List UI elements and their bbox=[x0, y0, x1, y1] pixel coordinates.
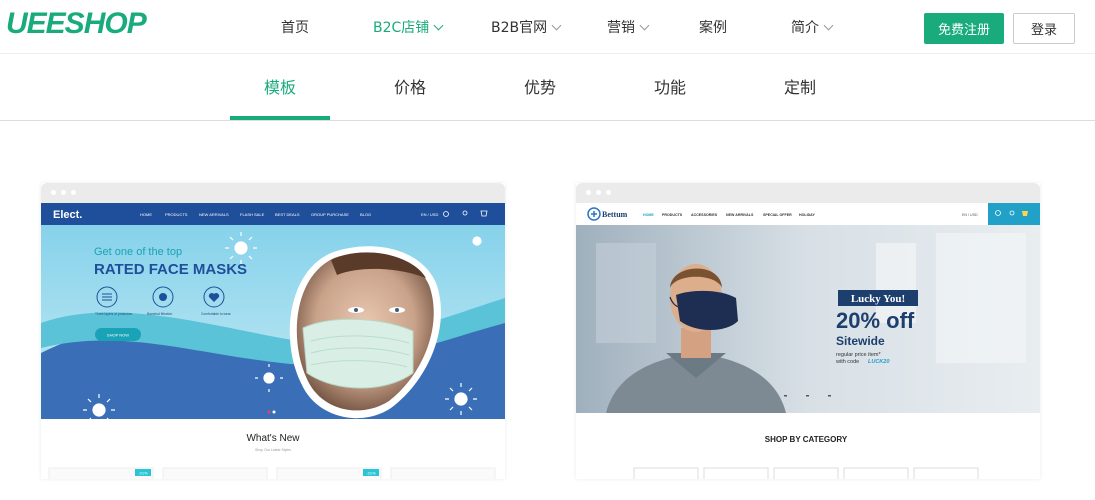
elect-preview-svg: Elect. HOME PRODUCTS NEW ARRIVALS FLASH … bbox=[41, 203, 505, 479]
window-dot bbox=[51, 190, 56, 195]
nav-label: 简介 bbox=[791, 20, 819, 36]
elect-nav-item: BLOG bbox=[360, 212, 371, 217]
elect-section-title: What's New bbox=[246, 433, 300, 444]
elect-lang: EN / USD bbox=[421, 212, 438, 217]
window-dot bbox=[71, 190, 76, 195]
svg-text:-21%: -21% bbox=[138, 471, 148, 476]
svg-text:-21%: -21% bbox=[366, 471, 376, 476]
elect-section-sub: Shop Our Latest Styles bbox=[255, 448, 291, 452]
ueeshop-logo[interactable]: UEESHOP bbox=[6, 7, 147, 41]
tab-templates[interactable]: 模板 bbox=[230, 74, 330, 98]
nav-label: B2C店铺 bbox=[373, 20, 430, 36]
bettum-promo-5: with code bbox=[835, 359, 859, 365]
window-dot bbox=[61, 190, 66, 195]
bettum-promo-3: Sitewide bbox=[836, 334, 885, 348]
bettum-nav-item: HOME bbox=[643, 213, 654, 217]
tab-pricing[interactable]: 价格 bbox=[360, 74, 460, 98]
chevron-down-icon bbox=[639, 20, 650, 31]
bettum-logo: Bettum bbox=[602, 210, 628, 219]
svg-text:SHOP NOW: SHOP NOW bbox=[107, 333, 129, 338]
elect-nav-item: GROUP PURCHASE bbox=[311, 212, 349, 217]
elect-nav-item: HOME bbox=[140, 212, 152, 217]
register-button[interactable]: 免费注册 bbox=[924, 13, 1004, 44]
elect-feature: Three layers of protection bbox=[95, 312, 133, 316]
elect-headline-2: RATED FACE MASKS bbox=[94, 261, 247, 278]
template-card-bettum[interactable]: Bettum HOME PRODUCTS ACCESSORIES NEW ARR… bbox=[576, 183, 1040, 479]
browser-bar bbox=[576, 183, 1040, 203]
tab-custom[interactable]: 定制 bbox=[750, 74, 850, 98]
bettum-nav-item: NEW ARRIVALS bbox=[726, 213, 754, 217]
template-card-elect[interactable]: Elect. HOME PRODUCTS NEW ARRIVALS FLASH … bbox=[41, 183, 505, 479]
tab-features[interactable]: 功能 bbox=[620, 74, 720, 98]
chevron-down-icon bbox=[823, 20, 834, 31]
bettum-preview: Bettum HOME PRODUCTS ACCESSORIES NEW ARR… bbox=[576, 203, 1040, 479]
login-button[interactable]: 登录 bbox=[1013, 13, 1075, 44]
bettum-promo-1: Lucky You! bbox=[851, 293, 905, 305]
nav-label: B2B官网 bbox=[491, 20, 548, 36]
bettum-code: LUCK20 bbox=[868, 359, 889, 365]
bettum-nav-item: HOLIDAY bbox=[799, 213, 815, 217]
nav-item-b2c[interactable]: B2C店铺 bbox=[373, 17, 444, 37]
top-header: UEESHOP 首页 B2C店铺 B2B官网 营销 案例 简介 免费注册 登录 bbox=[0, 0, 1095, 54]
window-dot bbox=[596, 190, 601, 195]
nav-label: 营销 bbox=[607, 20, 635, 36]
nav-item-home[interactable]: 首页 bbox=[281, 17, 309, 37]
bettum-promo-4: regular price item* bbox=[836, 352, 881, 358]
active-tab-indicator bbox=[230, 116, 330, 120]
nav-label: 案例 bbox=[699, 20, 727, 36]
nav-item-b2b[interactable]: B2B官网 bbox=[491, 17, 562, 37]
window-dot bbox=[586, 190, 591, 195]
bettum-section-title: SHOP BY CATEGORY bbox=[765, 435, 848, 444]
browser-bar bbox=[41, 183, 505, 203]
chevron-down-icon bbox=[551, 20, 562, 31]
nav-item-about[interactable]: 简介 bbox=[791, 17, 834, 37]
bettum-preview-svg: Bettum HOME PRODUCTS ACCESSORIES NEW ARR… bbox=[576, 203, 1040, 479]
tab-advantages[interactable]: 优势 bbox=[490, 74, 590, 98]
nav-item-marketing[interactable]: 营销 bbox=[607, 17, 650, 37]
cart-icon bbox=[1022, 211, 1028, 216]
bettum-nav-item: ACCESSORIES bbox=[691, 213, 718, 217]
nav-item-cases[interactable]: 案例 bbox=[699, 17, 727, 37]
elect-headline-1: Get one of the top bbox=[94, 246, 182, 258]
elect-nav-item: FLASH SALE bbox=[240, 212, 265, 217]
bettum-promo-2: 20% off bbox=[836, 308, 915, 333]
elect-nav-item: NEW ARRIVALS bbox=[199, 212, 229, 217]
elect-feature: Bacterial filtration bbox=[147, 312, 172, 316]
chevron-down-icon bbox=[433, 20, 444, 31]
bettum-nav-item: PRODUCTS bbox=[662, 213, 683, 217]
section-tabs: 模板 价格 优势 功能 定制 bbox=[0, 54, 1095, 121]
elect-feature: Comfortable to wear bbox=[201, 312, 232, 316]
elect-logo: Elect. bbox=[53, 209, 82, 221]
elect-nav-item: BEST DEALS bbox=[275, 212, 300, 217]
bettum-lang: EN / USD bbox=[962, 213, 978, 217]
bettum-nav-item: SPECIAL OFFER bbox=[763, 213, 792, 217]
nav-label: 首页 bbox=[281, 20, 309, 36]
elect-preview: Elect. HOME PRODUCTS NEW ARRIVALS FLASH … bbox=[41, 203, 505, 479]
elect-nav-item: PRODUCTS bbox=[165, 212, 188, 217]
window-dot bbox=[606, 190, 611, 195]
